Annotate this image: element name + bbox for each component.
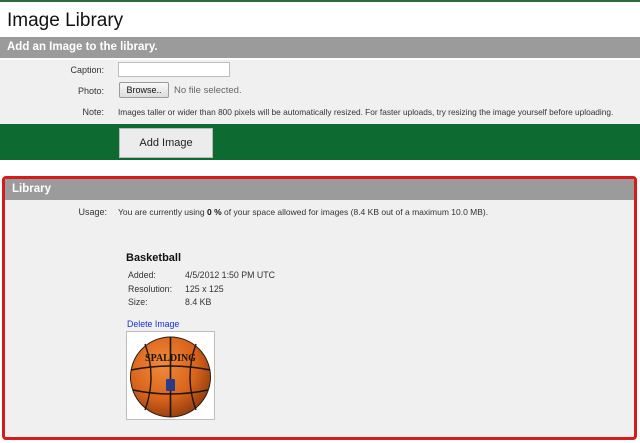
resolution-label: Resolution: <box>128 284 173 294</box>
size-label: Size: <box>128 297 148 307</box>
brand-text: SPALDING <box>145 353 196 364</box>
usage-text: You are currently using 0 % of your spac… <box>118 207 488 217</box>
size-value: 8.4 KB <box>185 297 212 307</box>
photo-label: Photo: <box>77 86 104 96</box>
add-image-section-header: Add an Image to the library. <box>0 37 640 58</box>
library-section-header: Library <box>5 179 634 200</box>
form-action-bar <box>0 124 640 160</box>
added-value: 4/5/2012 1:50 PM UTC <box>185 270 275 280</box>
image-title: Basketball <box>126 252 182 264</box>
usage-suffix: of your space allowed for images (8.4 KB… <box>221 207 489 217</box>
resolution-value: 125 x 125 <box>185 284 224 294</box>
image-thumbnail[interactable]: SPALDING <box>126 331 215 420</box>
delete-image-link[interactable]: Delete Image <box>127 319 179 329</box>
added-label: Added: <box>128 270 156 280</box>
league-logo-icon <box>166 379 175 391</box>
library-panel: Library Usage: You are currently using 0… <box>2 176 637 440</box>
page-title: Image Library <box>7 10 124 31</box>
add-image-button[interactable]: Add Image <box>119 128 213 158</box>
usage-label: Usage: <box>78 207 107 217</box>
file-status-text: No file selected. <box>174 85 242 96</box>
note-label: Note: <box>82 107 104 117</box>
usage-percent: 0 % <box>207 207 222 217</box>
note-text: Images taller or wider than 800 pixels w… <box>118 107 614 117</box>
browse-button[interactable]: Browse.. <box>119 82 169 98</box>
usage-prefix: You are currently using <box>118 207 207 217</box>
caption-label: Caption: <box>70 65 104 75</box>
caption-input[interactable] <box>118 62 230 77</box>
basketball-image: SPALDING <box>130 336 211 418</box>
top-accent-line <box>0 0 640 2</box>
